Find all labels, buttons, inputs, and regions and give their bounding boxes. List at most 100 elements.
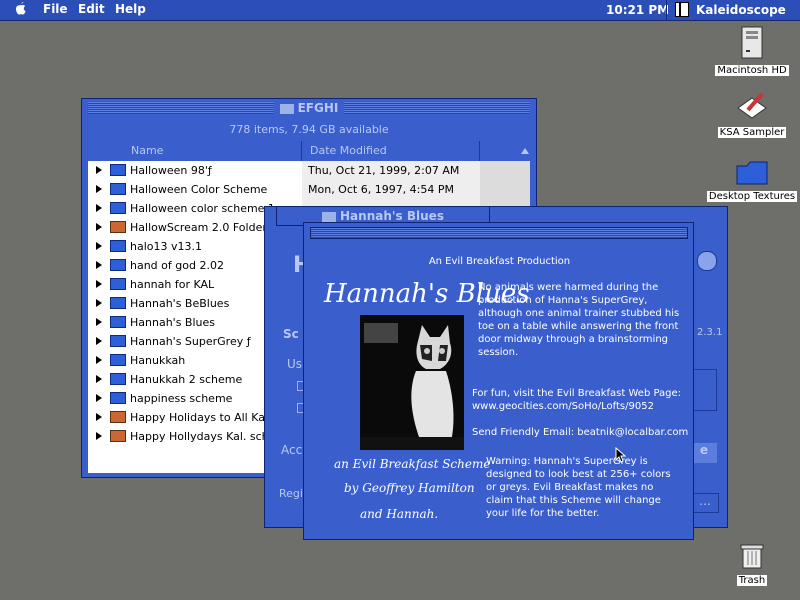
folder-icon [110, 316, 126, 328]
fragment-reg: Regi [279, 487, 303, 500]
folder-icon [110, 164, 126, 176]
folder-icon [110, 430, 126, 442]
disclosure-triangle-icon[interactable] [96, 394, 102, 402]
ksa-sampler-label: KSA Sampler [717, 127, 787, 138]
disclosure-triangle-icon[interactable] [96, 166, 102, 174]
email-text[interactable]: Send Friendly Email: beatnik@localbar.co… [472, 426, 690, 439]
disclosure-triangle-icon[interactable] [96, 356, 102, 364]
disclosure-triangle-icon[interactable] [96, 318, 102, 326]
fragment-acc: Acc [281, 443, 303, 457]
fragment-use: Us [287, 357, 303, 371]
cat-image [360, 315, 464, 450]
credit-line-3: and Hannah. [360, 507, 439, 521]
item-name: happiness scheme [130, 392, 233, 405]
cat-photo [360, 315, 464, 450]
menu-edit[interactable]: Edit [78, 2, 105, 16]
macintosh-hd-icon[interactable]: Macintosh HD [712, 26, 792, 76]
folder-icon [110, 335, 126, 347]
credit-line-1: an Evil Breakfast Scheme [334, 457, 491, 471]
item-name: hand of god 2.02 [130, 259, 224, 272]
item-name: Halloween 98'ƒ [130, 164, 212, 177]
pointer-cursor-icon [615, 447, 627, 463]
help-icon[interactable] [697, 251, 717, 271]
disclosure-triangle-icon[interactable] [96, 204, 102, 212]
list-header: Name Date Modified [88, 141, 530, 161]
menu-bar: File Edit Help 10:21 PM Kaleidoscope [0, 0, 800, 21]
efghi-title-bar[interactable]: EFGHI [82, 99, 536, 117]
item-name: Happy Hollydays Kal. schem [130, 430, 287, 443]
folder-icon [110, 259, 126, 271]
hannahs-blues-title: Hannah's Blues [340, 209, 444, 223]
document-pencil-icon [737, 92, 767, 119]
fragment-tab[interactable]: Sc [283, 327, 299, 341]
menu-clock[interactable]: 10:21 PM [606, 3, 669, 17]
disclosure-triangle-icon[interactable] [96, 337, 102, 345]
item-name: Hanukkah [130, 354, 186, 367]
production-credit: An Evil Breakfast Production [428, 256, 571, 267]
efghi-info: 778 items, 7.94 GB available [229, 123, 389, 136]
folder-icon [736, 161, 768, 185]
folder-icon [110, 373, 126, 385]
disclosure-triangle-icon[interactable] [96, 261, 102, 269]
disclaimer-text: No animals were harmed during the produc… [478, 282, 680, 358]
folder-icon [110, 240, 126, 252]
menu-file[interactable]: File [43, 2, 68, 16]
menu-help[interactable]: Help [115, 2, 146, 16]
folder-icon [110, 278, 126, 290]
disclosure-triangle-icon[interactable] [96, 280, 102, 288]
trash-can-icon [740, 544, 764, 569]
menu-divider [666, 0, 667, 20]
disclosure-triangle-icon[interactable] [96, 242, 102, 250]
item-name: Hannah's SuperGrey ƒ [130, 335, 251, 348]
disclosure-triangle-icon[interactable] [96, 413, 102, 421]
list-item[interactable]: Halloween Color Scheme Mon, Oct 6, 1997, … [88, 180, 530, 199]
disclosure-triangle-icon[interactable] [96, 299, 102, 307]
folder-icon [110, 392, 126, 404]
item-name: HallowScream 2.0 Folder [130, 221, 267, 234]
disclosure-triangle-icon[interactable] [96, 185, 102, 193]
date-column-header[interactable]: Date Modified [302, 141, 480, 161]
folder-icon [110, 411, 126, 423]
item-name: Halloween color scheme.1 [130, 202, 275, 215]
application-menu-icon[interactable] [675, 2, 689, 17]
credit-line-2: by Geoffrey Hamilton [344, 481, 475, 495]
name-column-header[interactable]: Name [88, 141, 302, 161]
item-name: Hannah's BeBlues [130, 297, 230, 310]
item-name: halo13 v13.1 [130, 240, 202, 253]
item-date: Thu, Oct 21, 1999, 2:07 AM [308, 164, 460, 177]
version-fragment: 2.3.1 [697, 327, 723, 338]
desktop-textures-icon[interactable]: Desktop Textures [706, 160, 798, 202]
list-item[interactable]: Halloween 98'ƒ Thu, Oct 21, 1999, 2:07 AM [88, 161, 530, 180]
folder-icon [279, 103, 294, 114]
item-name: Hanukkah 2 scheme [130, 373, 243, 386]
disclosure-triangle-icon[interactable] [96, 223, 102, 231]
application-menu[interactable]: Kaleidoscope [696, 3, 786, 17]
trash-icon[interactable]: Trash [724, 540, 780, 586]
item-date: Mon, Oct 6, 1997, 4:54 PM [308, 183, 455, 196]
web-page-label: For fun, visit the Evil Breakfast Web Pa… [472, 388, 682, 399]
item-name: Halloween Color Scheme [130, 183, 268, 196]
efghi-title: EFGHI [297, 101, 339, 115]
desktop-textures-label: Desktop Textures [706, 191, 798, 202]
ksa-sampler-icon[interactable]: KSA Sampler [712, 90, 792, 138]
button-fragment[interactable]: ... [691, 493, 719, 513]
about-window: An Evil Breakfast Production Hannah's Bl… [303, 222, 694, 540]
folder-icon [322, 211, 337, 222]
warning-text: Warning: Hannah's SuperGrey is designed … [486, 456, 671, 519]
about-title-bar[interactable] [310, 227, 688, 239]
scroll-up-arrow-icon[interactable] [520, 141, 530, 161]
disclosure-triangle-icon[interactable] [96, 375, 102, 383]
folder-icon [110, 354, 126, 366]
apple-menu-icon[interactable] [13, 1, 29, 17]
item-name: hannah for KAL [130, 278, 215, 291]
item-name: Hannah's Blues [130, 316, 215, 329]
web-page-url[interactable]: www.geocities.com/SoHo/Lofts/9052 [472, 400, 690, 413]
button-fragment[interactable]: e [691, 443, 717, 463]
side-panel [691, 369, 717, 411]
disclosure-triangle-icon[interactable] [96, 432, 102, 440]
folder-icon [110, 221, 126, 233]
macintosh-hd-label: Macintosh HD [715, 65, 789, 76]
folder-icon [110, 297, 126, 309]
folder-icon [110, 202, 126, 214]
folder-icon [110, 183, 126, 195]
